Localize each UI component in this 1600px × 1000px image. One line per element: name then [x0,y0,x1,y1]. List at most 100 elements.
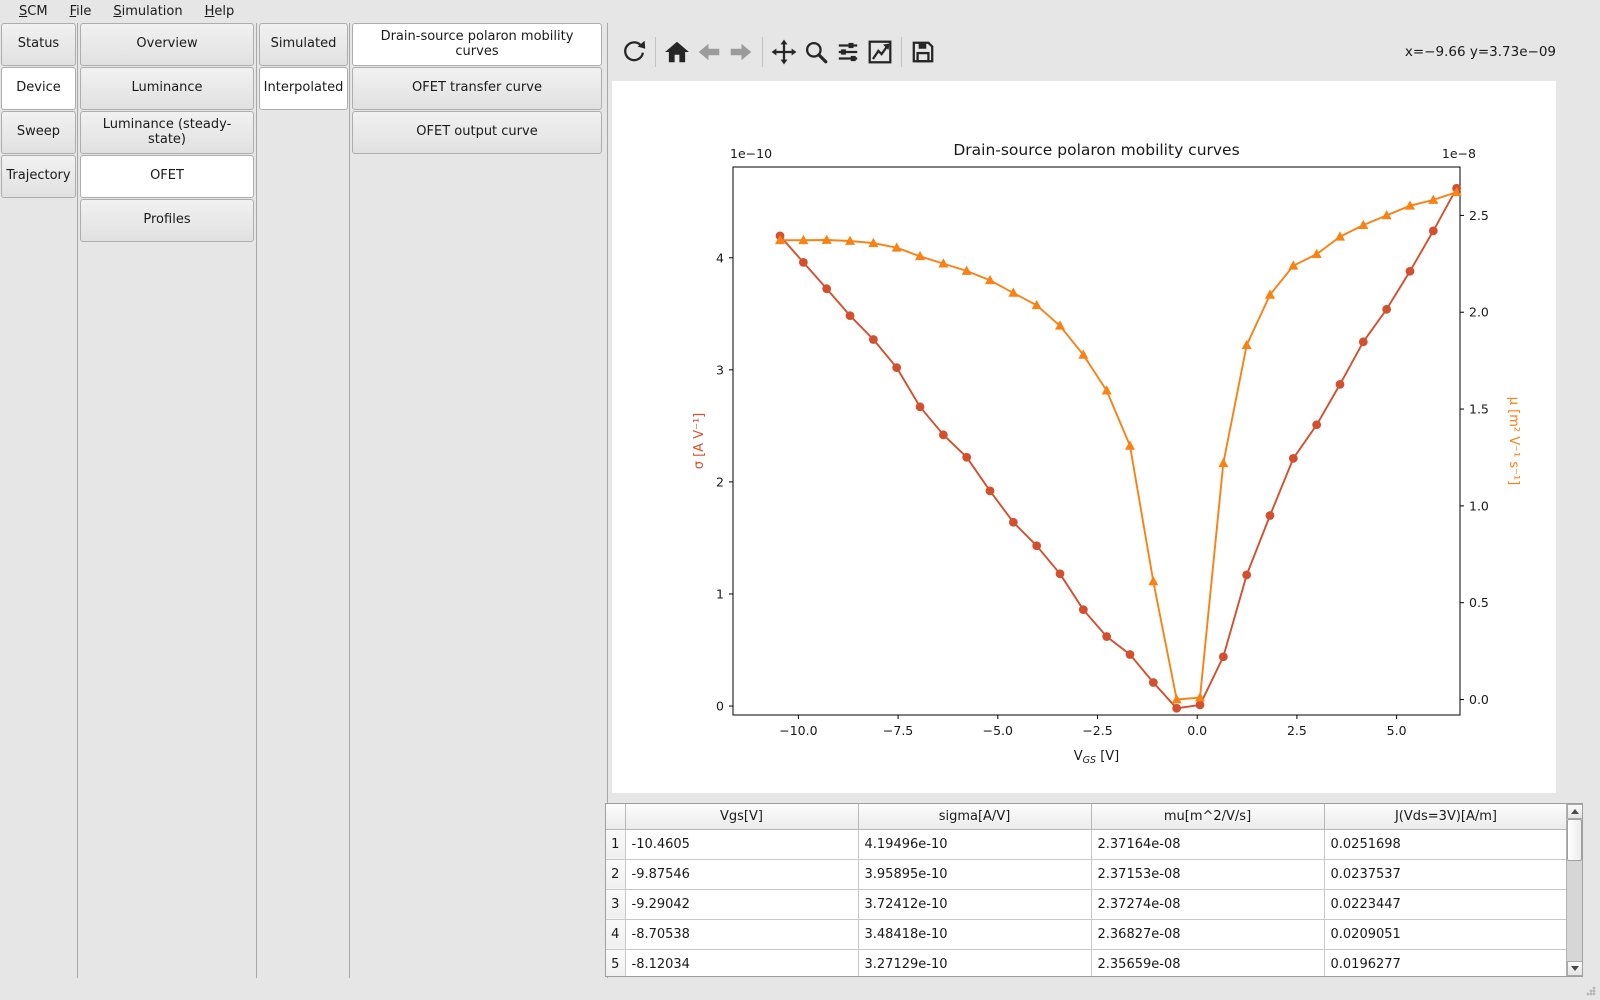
back-icon[interactable] [693,35,725,69]
nav-luminance-steady-state[interactable]: Luminance (steady-state) [80,111,254,154]
toolbar-separator [762,37,763,67]
cell-mu[interactable]: 2.37153e-08 [1091,859,1324,889]
row-number[interactable]: 2 [606,859,625,889]
cell-sigma[interactable]: 3.48418e-10 [858,919,1091,949]
nav-divider-1 [77,23,78,978]
cell-sigma[interactable]: 3.72412e-10 [858,889,1091,919]
cell-vgs[interactable]: -9.29042 [625,889,858,919]
nav-device[interactable]: Device [1,67,76,110]
nav-trajectory[interactable]: Trajectory [1,155,76,198]
scroll-down-button[interactable] [1567,961,1583,976]
window-resize-grip[interactable] [1586,986,1596,996]
pan-icon[interactable] [768,35,800,69]
nav-divider-3 [349,23,350,978]
table-row: 2 -9.87546 3.95895e-10 2.37153e-08 0.023… [606,859,1568,889]
cell-j[interactable]: 0.0223447 [1324,889,1568,919]
col-header-j[interactable]: J(Vds=3V)[A/m] [1324,804,1568,829]
save-icon[interactable] [907,35,939,69]
plot-canvas[interactable]: −10.0−7.5−5.0−2.50.02.55.0012340.00.51.0… [612,81,1556,793]
nav-mobility-curves[interactable]: Drain-source polaron mobility curves [352,23,602,66]
cell-vgs[interactable]: -8.70538 [625,919,858,949]
refresh-icon[interactable] [618,35,650,69]
row-number[interactable]: 1 [606,829,625,859]
nav-ofet-output-curve[interactable]: OFET output curve [352,111,602,154]
nav-ofet[interactable]: OFET [80,155,254,198]
svg-text:0.5: 0.5 [1469,595,1489,610]
cell-j[interactable]: 0.0196277 [1324,949,1568,977]
svg-text:4: 4 [716,250,724,265]
svg-text:−2.5: −2.5 [1082,723,1112,738]
col-header-mu[interactable]: mu[m^2/V/s] [1091,804,1324,829]
table-scrollbar[interactable] [1566,804,1582,976]
table-row: 3 -9.29042 3.72412e-10 2.37274e-08 0.022… [606,889,1568,919]
cursor-coordinates: x=−9.66 y=3.73e−09 [1405,44,1556,60]
row-number[interactable]: 4 [606,919,625,949]
svg-text:μ [m² V⁻¹ s⁻¹]: μ [m² V⁻¹ s⁻¹] [1506,397,1521,486]
table-header-row: Vgs[V] sigma[A/V] mu[m^2/V/s] J(Vds=3V)[… [606,804,1568,829]
table-row: 1 -10.4605 4.19496e-10 2.37164e-08 0.025… [606,829,1568,859]
cell-mu[interactable]: 2.36827e-08 [1091,919,1324,949]
table-row: 4 -8.70538 3.48418e-10 2.36827e-08 0.020… [606,919,1568,949]
subplots-icon[interactable] [832,35,864,69]
svg-text:0.0: 0.0 [1187,723,1207,738]
scroll-up-button[interactable] [1567,804,1583,819]
nav-column-primary: Status Device Sweep Trajectory [1,23,76,199]
nav-simulated[interactable]: Simulated [259,23,348,66]
zoom-icon[interactable] [800,35,832,69]
cell-j[interactable]: 0.0209051 [1324,919,1568,949]
svg-text:2.5: 2.5 [1469,208,1489,223]
cell-mu[interactable]: 2.35659e-08 [1091,949,1324,977]
svg-text:1e−8: 1e−8 [1442,146,1476,161]
svg-text:0: 0 [716,699,724,714]
nav-ofet-transfer-curve[interactable]: OFET transfer curve [352,67,602,110]
data-table-panel: Vgs[V] sigma[A/V] mu[m^2/V/s] J(Vds=3V)[… [605,803,1583,977]
svg-text:0.0: 0.0 [1469,692,1489,707]
svg-text:2.0: 2.0 [1469,305,1489,320]
col-header-sigma[interactable]: sigma[A/V] [858,804,1091,829]
table-row: 5 -8.12034 3.27129e-10 2.35659e-08 0.019… [606,949,1568,977]
svg-text:−10.0: −10.0 [779,723,817,738]
svg-text:2: 2 [716,474,724,489]
svg-text:Drain-source polaron mobility: Drain-source polaron mobility curves [953,141,1239,159]
cell-mu[interactable]: 2.37274e-08 [1091,889,1324,919]
nav-interpolated[interactable]: Interpolated [259,67,348,110]
arrow-up-icon [1571,809,1579,814]
toolbar-separator [655,37,656,67]
menu-file[interactable]: File [61,2,101,21]
mobility-curves-chart: −10.0−7.5−5.0−2.50.02.55.0012340.00.51.0… [612,81,1556,793]
cell-j[interactable]: 0.0251698 [1324,829,1568,859]
row-number[interactable]: 5 [606,949,625,977]
nav-profiles[interactable]: Profiles [80,199,254,242]
cell-vgs[interactable]: -8.12034 [625,949,858,977]
arrow-down-icon [1571,966,1579,971]
nav-status[interactable]: Status [1,23,76,66]
cell-mu[interactable]: 2.37164e-08 [1091,829,1324,859]
menu-scm[interactable]: SCM [10,2,57,21]
nav-luminance[interactable]: Luminance [80,67,254,110]
plot-toolbar [618,33,939,71]
forward-icon[interactable] [725,35,757,69]
scrollbar-thumb[interactable] [1567,819,1582,861]
nav-column-device: Overview Luminance Luminance (steady-sta… [80,23,254,243]
cell-j[interactable]: 0.0237537 [1324,859,1568,889]
svg-text:VGS [V]: VGS [V] [1074,749,1119,766]
svg-text:1.0: 1.0 [1469,498,1489,513]
cell-sigma[interactable]: 3.95895e-10 [858,859,1091,889]
corner-header[interactable] [606,804,625,829]
col-header-vgs[interactable]: Vgs[V] [625,804,858,829]
nav-column-curves: Drain-source polaron mobility curves OFE… [352,23,602,155]
row-number[interactable]: 3 [606,889,625,919]
menu-help[interactable]: Help [196,2,244,21]
nav-column-ofet-mode: Simulated Interpolated [259,23,348,111]
cell-vgs[interactable]: -9.87546 [625,859,858,889]
cell-sigma[interactable]: 3.27129e-10 [858,949,1091,977]
cell-sigma[interactable]: 4.19496e-10 [858,829,1091,859]
nav-sweep[interactable]: Sweep [1,111,76,154]
cell-vgs[interactable]: -10.4605 [625,829,858,859]
menu-simulation[interactable]: Simulation [104,2,191,21]
customize-plot-icon[interactable] [864,35,896,69]
home-icon[interactable] [661,35,693,69]
nav-overview[interactable]: Overview [80,23,254,66]
svg-text:5.0: 5.0 [1387,723,1407,738]
toolbar-separator [901,37,902,67]
